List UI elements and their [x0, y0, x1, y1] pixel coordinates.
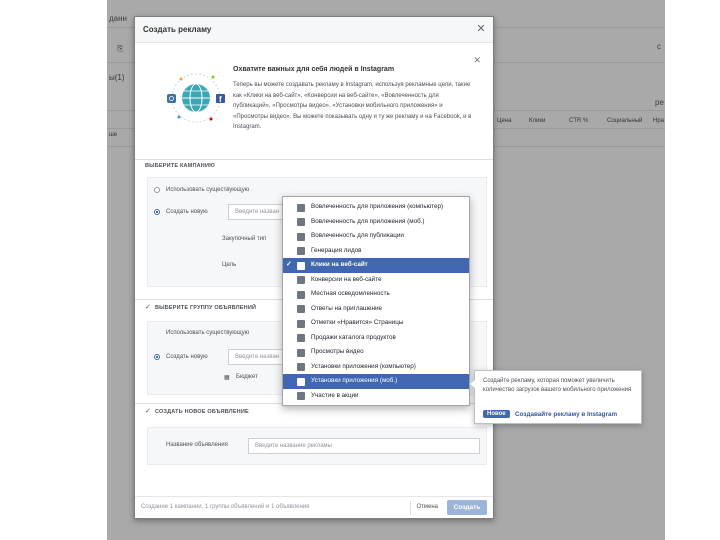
ad-panel: Название объявления Введите название рек…: [147, 427, 487, 465]
bg-table-header: Нра: [653, 118, 665, 124]
calendar-icon: ▦: [224, 375, 230, 381]
bg-table-header: Клики: [529, 118, 546, 124]
bg-table-header: CTR %: [569, 118, 589, 124]
use-existing-adset-label: Использовать существующую: [166, 330, 250, 336]
dropdown-item-product-catalog[interactable]: Продажи каталога продуктов: [283, 331, 469, 346]
promo-title: Охватите важных для себя людей в Instagr…: [233, 66, 395, 73]
dialog-footer: Создание 1 кампании, 1 группы объявлений…: [135, 496, 493, 518]
instagram-promo: ✕ f Охватите важных для себя людей в Ins…: [143, 51, 487, 163]
objective-dropdown[interactable]: Вовлеченность для приложения (компьютер)…: [282, 196, 470, 406]
svg-text:f: f: [219, 95, 222, 104]
globe-small-icon: [297, 276, 305, 284]
dropdown-item-website-conversions[interactable]: Конверсии на веб-сайте: [283, 273, 469, 288]
dropdown-item-label: Генерация лидов: [311, 246, 362, 254]
dropdown-item-local-awareness[interactable]: Местная осведомленность: [283, 287, 469, 302]
dropdown-item-label: Участие в акции: [311, 391, 359, 399]
campaign-section-title: ВЫБЕРИТЕ КАМПАНИЮ: [145, 163, 215, 169]
dialog-title: Создать рекламу: [143, 25, 212, 34]
instagram-ads-link[interactable]: Создавайте рекламу в Instagram: [515, 411, 617, 418]
cursor-icon: [297, 261, 305, 270]
post-icon: [297, 232, 305, 241]
create-new-adset-radio[interactable]: [154, 354, 160, 360]
objective-tooltip: Создайте рекламу, которая поможет увелич…: [469, 370, 642, 424]
footer-note: Создание 1 кампании, 1 группы объявлений…: [141, 504, 310, 510]
ad-check-icon: ✓: [145, 408, 151, 415]
divider: [135, 159, 493, 160]
monitor-icon: [297, 203, 305, 212]
slide-canvas: данн ⎘ ы(1) с ре Цена Клики CTR % Социал…: [0, 0, 720, 540]
campaign-name-input[interactable]: Введите назван: [228, 204, 288, 220]
dropdown-item-label: Установки приложения (моб.): [311, 377, 398, 384]
cart-icon: [297, 334, 305, 342]
bg-row-fragment: ше: [109, 132, 118, 138]
dropdown-item-label: Продажи каталога продуктов: [311, 333, 396, 341]
tooltip-text: Создайте рекламу, которая поможет увелич…: [483, 378, 632, 393]
checkmark-icon: ✓: [286, 261, 292, 268]
bg-table-header: Цена: [497, 118, 512, 124]
create-new-campaign-radio[interactable]: [154, 209, 160, 215]
dropdown-item-label: Ответы на приглашение: [311, 304, 383, 312]
dropdown-item-label: Просмотры видео: [311, 348, 364, 355]
dropdown-item-label: Вовлеченность для приложения (компьютер): [311, 203, 444, 210]
bg-table-header: Социальный: [607, 118, 643, 124]
dropdown-item-label: Вовлеченность для публикации: [311, 232, 404, 239]
globe-icon: f: [167, 73, 225, 123]
dropdown-item-label: Вовлеченность для приложения (моб.): [311, 217, 425, 225]
dropdown-item-app-engagement-mobile[interactable]: Вовлеченность для приложения (моб.): [283, 215, 469, 230]
mobile-icon: [297, 377, 305, 386]
ad-section-title: СОЗДАТЬ НОВОЕ ОБЪЯВЛЕНИЕ: [155, 409, 249, 415]
dropdown-item-app-installs-desktop[interactable]: Установки приложения (компьютер): [283, 360, 469, 375]
dropdown-item-label: Установки приложения (компьютер): [311, 362, 416, 370]
dropdown-item-page-likes[interactable]: Отметки «Нравится» Страницы: [283, 316, 469, 331]
dropdown-item-app-installs-mobile[interactable]: Установки приложения (моб.): [283, 374, 469, 389]
pin-icon: [297, 290, 305, 299]
video-icon: [297, 348, 305, 357]
cancel-button[interactable]: Отмена: [410, 501, 443, 515]
dropdown-item-label: Местная осведомленность: [311, 290, 390, 297]
adset-check-icon: ✓: [145, 304, 151, 311]
objective-label: Цель: [222, 262, 237, 268]
dropdown-item-offer-claims[interactable]: Участие в акции: [283, 389, 469, 404]
dropdown-item-app-engagement-desktop[interactable]: Вовлеченность для приложения (компьютер): [283, 200, 469, 215]
create-button[interactable]: Создать: [447, 500, 487, 515]
promo-body: Теперь вы можете создавать рекламу в Ins…: [233, 82, 472, 130]
dropdown-item-label: Клики на веб-сайт: [311, 261, 368, 268]
offer-icon: [297, 392, 305, 400]
close-icon[interactable]: ✕: [475, 23, 487, 35]
promo-close-icon[interactable]: ✕: [473, 55, 481, 66]
bg-text-fragment: ре: [655, 98, 664, 107]
bg-text-fragment: ы(1): [109, 73, 125, 82]
dropdown-item-event-responses[interactable]: Ответы на приглашение: [283, 302, 469, 317]
dialog-header: Создать рекламу ✕: [135, 17, 493, 43]
buying-type-label: Закупочный тип: [222, 236, 267, 242]
use-existing-campaign-radio[interactable]: [154, 187, 160, 193]
monitor-icon: [297, 363, 305, 371]
bg-toolbar-icon: ⎘: [117, 44, 124, 53]
dropdown-item-website-clicks[interactable]: ✓ Клики на веб-сайт: [283, 258, 469, 273]
dropdown-item-label: Конверсии на веб-сайте: [311, 275, 382, 283]
dropdown-item-lead-generation[interactable]: Генерация лидов: [283, 244, 469, 259]
dropdown-item-video-views[interactable]: Просмотры видео: [283, 345, 469, 360]
dropdown-item-post-engagement[interactable]: Вовлеченность для публикации: [283, 229, 469, 244]
dropdown-item-label: Отметки «Нравится» Страницы: [311, 319, 404, 326]
bg-text-fragment: с: [657, 42, 661, 51]
create-new-campaign-label: Создать новую: [166, 209, 208, 215]
mobile-icon: [297, 218, 305, 226]
adset-section-title: ВЫБЕРИТЕ ГРУППУ ОБЪЯВЛЕНИЙ: [155, 305, 257, 311]
funnel-icon: [297, 247, 305, 255]
budget-label: Бюджет: [236, 374, 258, 380]
use-existing-campaign-label: Использовать существующую: [166, 187, 250, 193]
bg-text-fragment: данн: [109, 14, 127, 23]
new-badge: Новое: [483, 410, 510, 418]
calendar-icon: [297, 305, 305, 313]
ad-name-input[interactable]: Введите название рекламы: [248, 438, 480, 454]
ad-name-label: Название объявления: [166, 442, 228, 448]
thumbs-up-icon: [297, 319, 305, 328]
adset-name-input[interactable]: Введите назван: [228, 349, 288, 365]
create-new-adset-label: Создать новую: [166, 354, 208, 360]
